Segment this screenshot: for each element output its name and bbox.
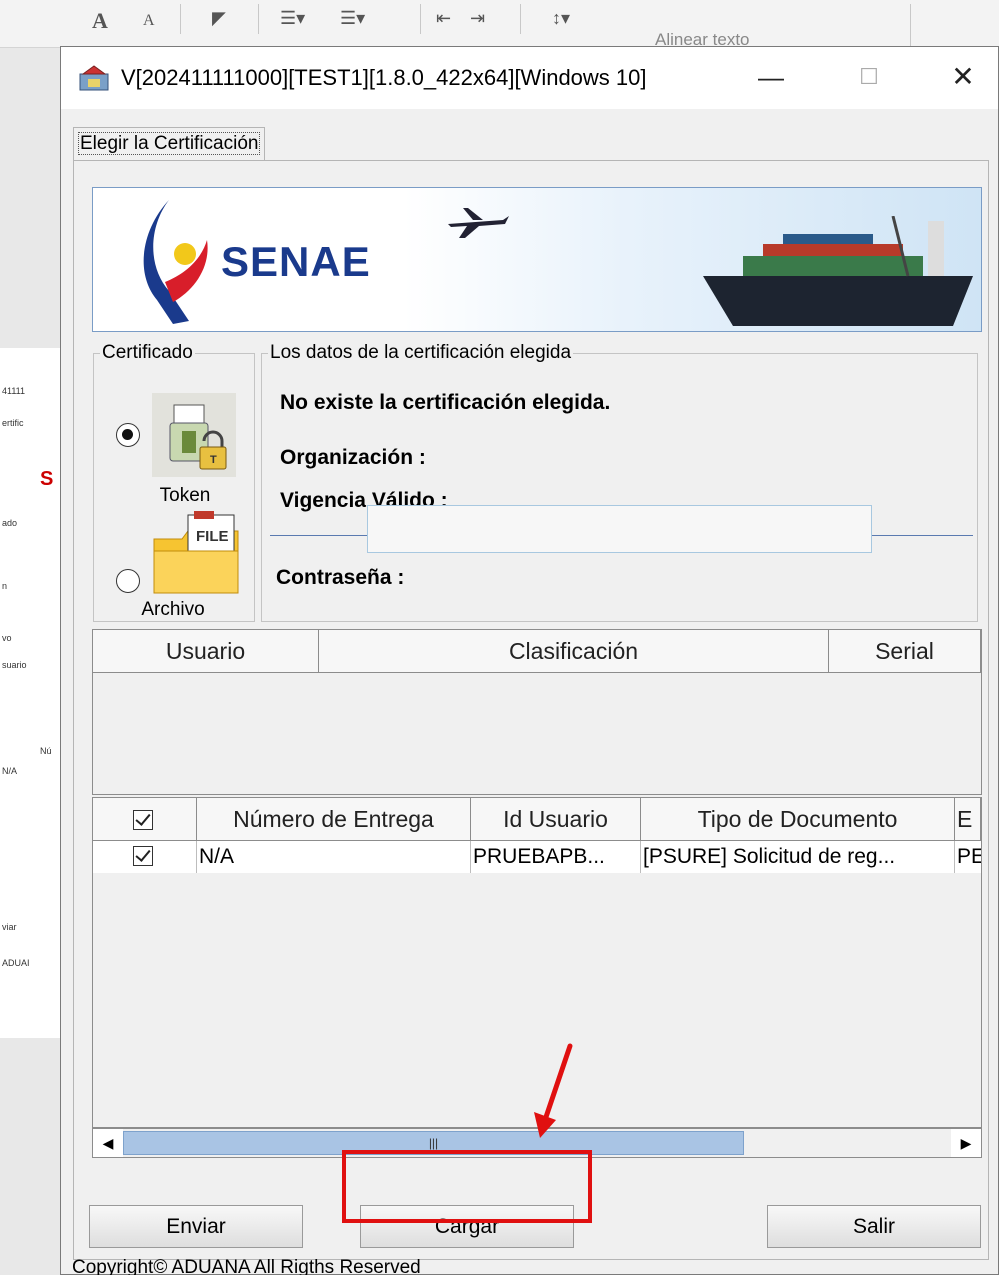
decrease-indent-icon[interactable]: ⇤ [436,8,451,29]
background-document [0,348,62,1038]
tab-label: Elegir la Certificación [78,132,261,155]
close-button[interactable]: ✕ [933,55,993,99]
column-header-numero-entrega[interactable]: Número de Entrega [197,798,471,841]
increase-indent-icon[interactable]: ⇥ [470,8,485,29]
certificacion-status: No existe la certificación elegida. [280,391,611,414]
ribbon-separator [420,4,421,34]
password-input[interactable] [367,505,872,553]
token-radio[interactable] [116,423,140,447]
enviar-button[interactable]: Enviar [89,1205,303,1248]
bg-thumb-text: n [2,581,8,591]
salir-button[interactable]: Salir [767,1205,981,1248]
password-label: Contraseña : [276,566,405,589]
annotation-arrow-icon [534,1043,573,1138]
background-ribbon: A A ◤ ☰▾ ☰▾ ⇤ ⇥ ↕▾ Alinear texto [0,0,999,49]
copyright-text: Copyright© ADUANA All Rigths Reserved [72,1257,421,1275]
bg-thumb-text: vo [2,633,12,643]
truncated-cell: PE [955,841,981,873]
ribbon-separator [520,4,521,34]
line-spacing-icon[interactable]: ↕▾ [552,8,570,29]
select-all-checkbox[interactable] [133,810,153,830]
column-header-serial[interactable]: Serial [829,630,981,673]
column-header-id-usuario[interactable]: Id Usuario [471,798,641,841]
certificado-legend: Certificado [102,342,193,363]
ribbon-separator [180,4,181,34]
ribbon-separator [258,4,259,34]
row-checkbox[interactable] [133,846,153,866]
row-checkbox-cell[interactable] [93,841,197,873]
bg-thumb-text: ertific [2,418,24,428]
bg-thumb-text: suario [2,660,27,670]
numbering-icon[interactable]: ☰▾ [340,8,365,29]
table-row[interactable]: N/A PRUEBAPB... [PSURE] Solicitud de reg… [93,841,981,873]
ribbon-separator [910,4,911,48]
annotation-highlight-box [342,1150,592,1223]
window-title: V[202411111000][TEST1][1.8.0_422x64][Win… [121,65,647,90]
id-usuario-cell: PRUEBAPB... [471,841,641,873]
grow-font-icon[interactable]: A [92,8,108,34]
column-header-select-all[interactable] [93,798,197,841]
senae-brand-text: SENAE [221,238,371,285]
app-icon [79,65,109,91]
shrink-font-icon[interactable]: A [143,12,155,30]
maximize-button[interactable]: ☐ [839,55,899,99]
bg-thumb-text: ado [2,518,18,528]
title-bar[interactable]: V[202411111000][TEST1][1.8.0_422x64][Win… [61,47,998,109]
bullets-icon[interactable]: ☰▾ [280,8,305,29]
senae-logo-icon [143,200,208,324]
archivo-radio[interactable] [116,569,140,593]
airplane-icon [448,208,509,238]
bg-thumb-text: S [40,468,54,490]
column-header-truncated[interactable]: E [955,798,981,841]
bg-thumb-text: N/A [2,766,18,776]
scroll-left-icon[interactable]: ◀ [93,1129,123,1157]
certificate-table[interactable]: Usuario Clasificación Serial [92,629,982,795]
senae-banner: SENAE [92,187,982,332]
eraser-icon[interactable]: ◤ [212,8,226,29]
svg-text:T: T [210,454,217,466]
bg-thumb-text: Nú [40,746,52,756]
bg-thumb-text: 41111 [2,386,26,396]
datos-legend: Los datos de la certificación elegida [270,342,572,363]
minimize-button[interactable]: — [741,55,801,99]
bg-thumb-text: viar [2,922,17,932]
tab-elegir-certificacion[interactable]: Elegir la Certificación [73,127,266,161]
organizacion-label: Organización : [280,446,426,469]
usb-lock-icon: T [152,393,236,477]
background-document-pane: 41111 ertific S ado n vo suario Nú N/A v… [0,48,62,1275]
column-header-clasificacion[interactable]: Clasificación [319,630,829,673]
bg-thumb-text: ADUAI [2,958,30,968]
column-header-usuario[interactable]: Usuario [93,630,319,673]
file-folder-icon: FILE [153,511,239,594]
cargo-ship-icon [703,216,973,326]
file-icon-text: FILE [196,528,229,545]
numero-entrega-cell: N/A [197,841,471,873]
scroll-right-icon[interactable]: ▶ [951,1129,981,1157]
column-header-tipo-documento[interactable]: Tipo de Documento [641,798,955,841]
archivo-label[interactable]: Archivo [118,599,228,621]
tipo-documento-cell: [PSURE] Solicitud de reg... [641,841,955,873]
token-label[interactable]: Token [130,485,240,507]
